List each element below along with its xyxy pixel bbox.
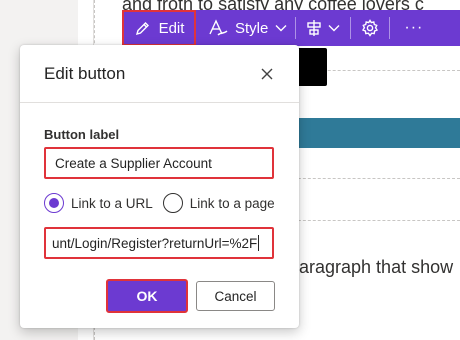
settings-button[interactable] [351, 10, 389, 46]
gear-icon [362, 19, 379, 37]
chevron-down-icon [328, 25, 340, 32]
ok-label: OK [136, 288, 158, 304]
button-label-input[interactable] [44, 147, 274, 179]
link-type-radio-group: Link to a URL Link to a page [44, 193, 275, 213]
more-icon: ··· [404, 19, 424, 36]
align-icon [307, 20, 322, 36]
pen-icon [135, 21, 149, 35]
radio-link-to-page[interactable]: Link to a page [162, 193, 275, 213]
url-input[interactable]: unt/Login/Register?returnUrl=%2F [44, 227, 274, 259]
button-toolbar: Edit Style ··· [122, 10, 460, 46]
edit-button-dialog: Edit button Button label Link to a URL L… [20, 45, 299, 328]
button-label-heading: Button label [44, 127, 120, 142]
style-dropdown[interactable]: Style [196, 10, 295, 46]
dialog-header: Edit button [20, 45, 299, 103]
style-label: Style [235, 19, 269, 37]
dialog-title: Edit button [44, 64, 126, 83]
close-icon[interactable] [258, 65, 276, 83]
radio-link-to-url[interactable]: Link to a URL [44, 193, 153, 213]
chevron-down-icon [275, 25, 287, 32]
more-options-button[interactable]: ··· [390, 10, 437, 46]
radio-link-to-page-label: Link to a page [189, 195, 275, 211]
radio-link-to-url-label: Link to a URL [71, 195, 153, 211]
cancel-label: Cancel [214, 288, 257, 304]
edit-label: Edit [158, 19, 185, 37]
cancel-button[interactable]: Cancel [196, 281, 275, 311]
ok-button[interactable]: OK [106, 279, 188, 313]
edit-button[interactable]: Edit [122, 10, 196, 46]
text-cursor [258, 235, 260, 251]
url-input-value: unt/Login/Register?returnUrl=%2F [52, 235, 258, 251]
radio-unselected-indicator [162, 193, 183, 213]
text-style-icon [209, 19, 228, 36]
alignment-dropdown[interactable] [296, 10, 350, 46]
background-paragraph: aragraph that show [299, 257, 454, 277]
radio-selected-indicator [44, 193, 64, 213]
